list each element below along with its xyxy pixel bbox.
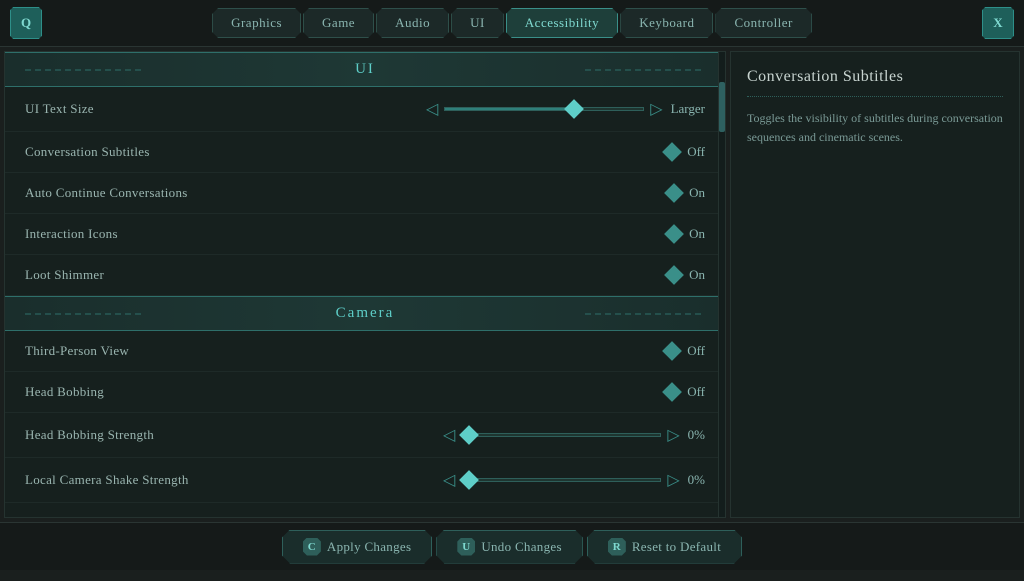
slider-handle[interactable]: [459, 470, 479, 490]
tab-audio[interactable]: Audio: [376, 8, 449, 38]
section-header-camera: Camera: [5, 296, 725, 331]
section-title-camera: Camera: [336, 305, 395, 321]
diamond-icon: [662, 382, 682, 402]
setting-value-loot-shimmer: On: [667, 267, 705, 283]
nav-corner-q[interactable]: Q: [10, 7, 42, 39]
scrollbar-thumb[interactable]: [719, 82, 725, 132]
apply-key: C: [303, 538, 321, 556]
info-text: Toggles the visibility of subtitles duri…: [747, 109, 1003, 147]
setting-row-camera-shake[interactable]: Local Camera Shake Strength ◁ ▷ 0%: [5, 458, 725, 503]
reset-key: R: [608, 538, 626, 556]
setting-value-auto-continue: On: [667, 185, 705, 201]
diamond-icon: [664, 265, 684, 285]
setting-value-third-person: Off: [665, 343, 705, 359]
slider-right-arrow[interactable]: ▷: [667, 470, 679, 490]
toggle-value: Off: [687, 144, 705, 160]
tab-accessibility[interactable]: Accessibility: [506, 8, 618, 38]
setting-row-ui-text-size[interactable]: UI Text Size ◁ ▷ Larger: [5, 87, 725, 132]
setting-value-interaction-icons: On: [667, 226, 705, 242]
setting-label-head-bobbing-strength: Head Bobbing Strength: [25, 427, 154, 443]
diamond-icon: [662, 341, 682, 361]
tab-keyboard[interactable]: Keyboard: [620, 8, 713, 38]
slider-left-arrow[interactable]: ◁: [443, 425, 455, 445]
slider-camera-shake[interactable]: ◁ ▷: [443, 470, 680, 490]
settings-scroll-area[interactable]: UI UI Text Size ◁ ▷ Larger: [5, 52, 725, 517]
toggle-value: On: [689, 267, 705, 283]
main-content: UI UI Text Size ◁ ▷ Larger: [0, 47, 1024, 522]
setting-row-loot-shimmer[interactable]: Loot Shimmer On: [5, 255, 725, 296]
slider-head-bobbing[interactable]: ◁ ▷: [443, 425, 680, 445]
setting-row-head-bobbing[interactable]: Head Bobbing Off: [5, 372, 725, 413]
setting-value-camera-shake: ◁ ▷ 0%: [443, 470, 705, 490]
toggle-value: On: [689, 185, 705, 201]
slider-handle[interactable]: [459, 425, 479, 445]
section-header-ui: UI: [5, 52, 725, 87]
undo-key: U: [457, 538, 475, 556]
tab-controller[interactable]: Controller: [715, 8, 811, 38]
apply-label: Apply Changes: [327, 539, 411, 555]
setting-label-ui-text-size: UI Text Size: [25, 101, 94, 117]
tab-graphics[interactable]: Graphics: [212, 8, 301, 38]
slider-right-arrow[interactable]: ▷: [650, 99, 662, 119]
scrollbar[interactable]: [718, 52, 725, 517]
slider-fill: [445, 108, 574, 110]
setting-value-text: Larger: [671, 101, 705, 117]
diamond-icon: [664, 224, 684, 244]
tab-game[interactable]: Game: [303, 8, 374, 38]
bottom-bar: C Apply Changes U Undo Changes R Reset t…: [0, 522, 1024, 570]
reset-label: Reset to Default: [632, 539, 721, 555]
slider-right-arrow[interactable]: ▷: [667, 425, 679, 445]
info-divider: [747, 96, 1003, 97]
slider-ui-text-size[interactable]: ◁ ▷: [426, 99, 663, 119]
info-panel: Conversation Subtitles Toggles the visib…: [730, 51, 1020, 518]
tab-ui[interactable]: UI: [451, 8, 504, 38]
slider-handle[interactable]: [564, 99, 584, 119]
undo-changes-button[interactable]: U Undo Changes: [436, 530, 583, 564]
apply-changes-button[interactable]: C Apply Changes: [282, 530, 432, 564]
setting-label-auto-continue: Auto Continue Conversations: [25, 185, 188, 201]
reset-default-button[interactable]: R Reset to Default: [587, 530, 742, 564]
top-nav: Q Graphics Game Audio UI Accessibility K…: [0, 0, 1024, 47]
setting-label-interaction-icons: Interaction Icons: [25, 226, 118, 242]
diamond-icon: [664, 183, 684, 203]
setting-label-third-person: Third-Person View: [25, 343, 129, 359]
toggle-value: Off: [687, 343, 705, 359]
setting-value-conv-subtitles: Off: [665, 144, 705, 160]
setting-row-auto-continue[interactable]: Auto Continue Conversations On: [5, 173, 725, 214]
setting-value-text: 0%: [688, 472, 705, 488]
slider-track[interactable]: [461, 478, 661, 482]
setting-label-head-bobbing: Head Bobbing: [25, 384, 104, 400]
setting-row-head-bobbing-strength[interactable]: Head Bobbing Strength ◁ ▷ 0%: [5, 413, 725, 458]
setting-label-camera-shake: Local Camera Shake Strength: [25, 472, 189, 488]
setting-value-head-bobbing-strength: ◁ ▷ 0%: [443, 425, 705, 445]
toggle-value: On: [689, 226, 705, 242]
setting-row-interaction-icons[interactable]: Interaction Icons On: [5, 214, 725, 255]
setting-row-conv-subtitles[interactable]: Conversation Subtitles Off: [5, 132, 725, 173]
section-title-ui: UI: [355, 61, 375, 77]
info-title: Conversation Subtitles: [747, 68, 1003, 86]
nav-corner-x[interactable]: X: [982, 7, 1014, 39]
setting-value-ui-text-size: ◁ ▷ Larger: [426, 99, 705, 119]
setting-row-third-person[interactable]: Third-Person View Off: [5, 331, 725, 372]
setting-value-text: 0%: [688, 427, 705, 443]
setting-label-loot-shimmer: Loot Shimmer: [25, 267, 104, 283]
setting-label-conv-subtitles: Conversation Subtitles: [25, 144, 150, 160]
slider-track[interactable]: [444, 107, 644, 111]
slider-left-arrow[interactable]: ◁: [443, 470, 455, 490]
slider-left-arrow[interactable]: ◁: [426, 99, 438, 119]
setting-value-head-bobbing: Off: [665, 384, 705, 400]
slider-track[interactable]: [461, 433, 661, 437]
diamond-icon: [662, 142, 682, 162]
toggle-value: Off: [687, 384, 705, 400]
undo-label: Undo Changes: [481, 539, 562, 555]
settings-panel: UI UI Text Size ◁ ▷ Larger: [4, 51, 726, 518]
